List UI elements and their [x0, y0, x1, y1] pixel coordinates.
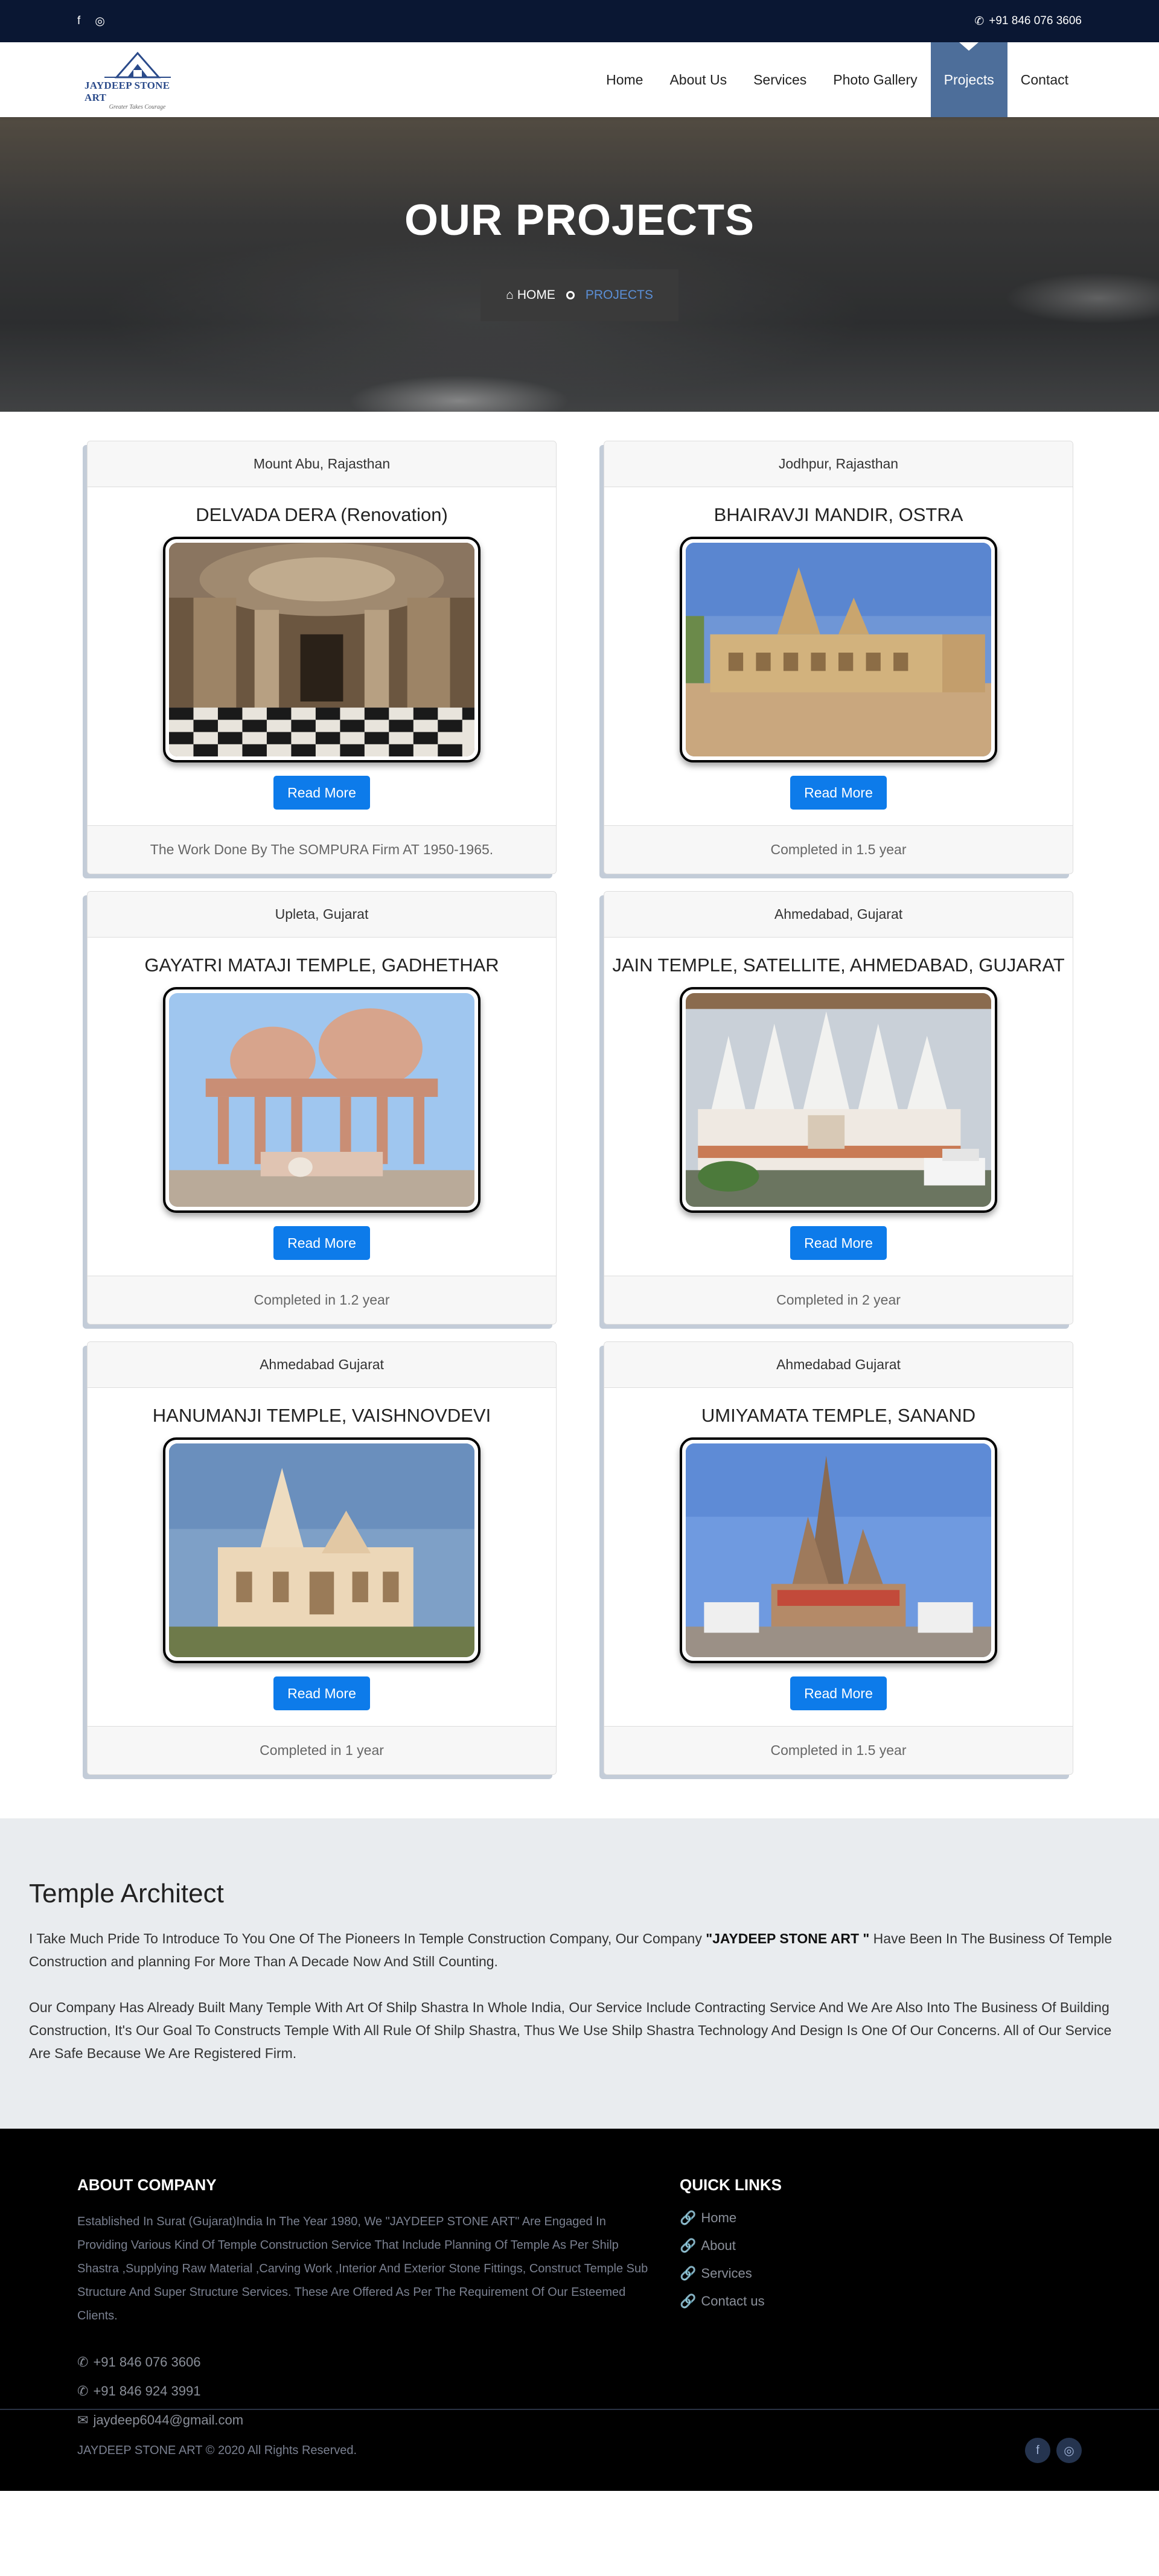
- nav-home[interactable]: Home: [593, 42, 656, 117]
- page-hero-banner: OUR PROJECTS ⌂ HOME PROJECTS: [0, 117, 1159, 412]
- breadcrumb-separator-icon: [566, 291, 575, 299]
- temple-exterior-image: [686, 1443, 991, 1657]
- phone-icon: ✆: [77, 2383, 89, 2399]
- about-paragraph-2: Our Company Has Already Built Many Templ…: [29, 1999, 1112, 2061]
- nav-contact[interactable]: Contact: [1007, 42, 1082, 117]
- projects-section: Mount Abu, Rajasthan DELVADA DERA (Renov…: [0, 412, 1159, 1818]
- instagram-icon[interactable]: ◎: [95, 14, 105, 28]
- facebook-icon[interactable]: f: [1025, 2438, 1050, 2463]
- project-location: Ahmedabad, Gujarat: [604, 892, 1073, 938]
- page-title: OUR PROJECTS: [404, 196, 755, 244]
- project-title: DELVADA DERA (Renovation): [196, 504, 448, 525]
- project-location: Mount Abu, Rajasthan: [88, 441, 556, 487]
- nav-menu: Home About Us Services Photo Gallery Pro…: [593, 42, 1082, 117]
- read-more-button[interactable]: Read More: [790, 776, 887, 810]
- footer-link-home[interactable]: 🔗 Home: [680, 2210, 782, 2226]
- about-heading: Temple Architect: [29, 1879, 224, 1908]
- temple-exterior-image: [169, 1443, 474, 1657]
- temple-exterior-image: [169, 993, 474, 1207]
- read-more-button[interactable]: Read More: [273, 1676, 370, 1710]
- top-social-links: f ◎: [77, 14, 105, 28]
- site-logo[interactable]: JAYDEEP STONE ART Greater Takes Courage: [85, 50, 190, 110]
- read-more-button[interactable]: Read More: [273, 1226, 370, 1260]
- project-image[interactable]: [163, 987, 481, 1213]
- top-bar: f ◎ ✆ +91 846 076 3606: [0, 0, 1159, 42]
- link-icon: 🔗: [680, 2238, 697, 2253]
- project-image[interactable]: [680, 537, 997, 762]
- project-footer: Completed in 1.5 year: [604, 1726, 1073, 1774]
- temple-exterior-image: [686, 543, 991, 756]
- project-title: BHAIRAVJI MANDIR, OSTRA: [714, 504, 963, 525]
- about-paragraph-1: I Take Much Pride To Introduce To You On…: [29, 1931, 1113, 1969]
- project-footer: Completed in 1 year: [88, 1726, 556, 1774]
- project-title: HANUMANJI TEMPLE, VAISHNOVDEVI: [152, 1405, 491, 1426]
- footer-about-text: Established In Surat (Gujarat)India In T…: [77, 2215, 648, 2322]
- footer-about-column: ABOUT COMPANY Established In Surat (Guja…: [77, 2176, 651, 2441]
- footer-about-heading: ABOUT COMPANY: [77, 2176, 217, 2194]
- home-icon: ⌂: [506, 288, 514, 302]
- project-title: GAYATRI MATAJI TEMPLE, GADHETHAR: [144, 954, 499, 976]
- temple-interior-image: [169, 543, 474, 756]
- project-footer: Completed in 1.2 year: [88, 1276, 556, 1324]
- read-more-button[interactable]: Read More: [790, 1676, 887, 1710]
- nav-projects[interactable]: Projects: [930, 42, 1007, 117]
- footer-phone-2[interactable]: ✆ +91 846 924 3991: [77, 2383, 651, 2399]
- project-card: Ahmedabad, Gujarat JAIN TEMPLE, SATELLIT…: [604, 891, 1073, 1325]
- logo-temple-icon: [104, 51, 171, 78]
- breadcrumb-home-label: HOME: [517, 288, 555, 302]
- nav-about-us[interactable]: About Us: [656, 42, 740, 117]
- breadcrumb-current: PROJECTS: [585, 288, 653, 302]
- footer-links-heading: QUICK LINKS: [680, 2176, 782, 2194]
- project-title: UMIYAMATA TEMPLE, SANAND: [701, 1405, 976, 1426]
- project-image[interactable]: [163, 537, 481, 762]
- project-title: JAIN TEMPLE, SATELLITE, AHMEDABAD, GUJAR…: [612, 954, 1065, 976]
- logo-tagline: Greater Takes Courage: [109, 103, 166, 110]
- footer-social-links: f ◎: [1025, 2438, 1082, 2463]
- read-more-button[interactable]: Read More: [790, 1226, 887, 1260]
- breadcrumb: ⌂ HOME PROJECTS: [481, 269, 678, 321]
- link-icon: 🔗: [680, 2293, 697, 2309]
- instagram-icon[interactable]: ◎: [1056, 2438, 1082, 2463]
- copyright-text: JAYDEEP STONE ART © 2020 All Rights Rese…: [77, 2443, 357, 2457]
- top-phone[interactable]: ✆ +91 846 076 3606: [974, 14, 1082, 28]
- site-footer: ABOUT COMPANY Established In Surat (Guja…: [0, 2129, 1159, 2491]
- temple-exterior-image: [686, 993, 991, 1207]
- project-location: Upleta, Gujarat: [88, 892, 556, 938]
- footer-quick-links-column: QUICK LINKS 🔗 Home 🔗 About 🔗 Services 🔗 Cont…: [680, 2176, 782, 2321]
- project-image[interactable]: [680, 1437, 997, 1663]
- project-card: Ahmedabad Gujarat HANUMANJI TEMPLE, VAIS…: [87, 1341, 557, 1775]
- footer-link-contact[interactable]: 🔗 Contact us: [680, 2293, 782, 2309]
- main-navbar: JAYDEEP STONE ART Greater Takes Courage …: [0, 42, 1159, 117]
- project-location: Ahmedabad Gujarat: [88, 1342, 556, 1388]
- top-phone-number: +91 846 076 3606: [989, 14, 1082, 27]
- project-location: Ahmedabad Gujarat: [604, 1342, 1073, 1388]
- link-icon: 🔗: [680, 2266, 697, 2281]
- phone-icon: ✆: [77, 2354, 89, 2370]
- phone-icon: ✆: [974, 14, 985, 28]
- project-card: Upleta, Gujarat GAYATRI MATAJI TEMPLE, G…: [87, 891, 557, 1325]
- project-footer: Completed in 2 year: [604, 1276, 1073, 1324]
- temple-architect-section: Temple Architect I Take Much Pride To In…: [0, 1818, 1159, 2129]
- footer-link-services[interactable]: 🔗 Services: [680, 2266, 782, 2281]
- footer-links-list: 🔗 Home 🔗 About 🔗 Services 🔗 Contact us: [680, 2210, 782, 2309]
- project-image[interactable]: [163, 1437, 481, 1663]
- breadcrumb-home[interactable]: ⌂ HOME: [506, 288, 555, 302]
- project-image[interactable]: [680, 987, 997, 1213]
- facebook-icon[interactable]: f: [77, 14, 80, 28]
- project-footer: The Work Done By The SOMPURA Firm AT 195…: [88, 825, 556, 874]
- link-icon: 🔗: [680, 2210, 697, 2225]
- footer-bottom-bar: JAYDEEP STONE ART © 2020 All Rights Rese…: [0, 2409, 1159, 2491]
- footer-phone-1[interactable]: ✆ +91 846 076 3606: [77, 2354, 651, 2370]
- footer-link-about[interactable]: 🔗 About: [680, 2238, 782, 2254]
- logo-brand-name: JAYDEEP STONE ART: [85, 79, 170, 103]
- nav-photo-gallery[interactable]: Photo Gallery: [820, 42, 930, 117]
- project-card: Ahmedabad Gujarat UMIYAMATA TEMPLE, SANA…: [604, 1341, 1073, 1775]
- nav-services[interactable]: Services: [740, 42, 820, 117]
- project-location: Jodhpur, Rajasthan: [604, 441, 1073, 487]
- project-card: Mount Abu, Rajasthan DELVADA DERA (Renov…: [87, 441, 557, 874]
- project-footer: Completed in 1.5 year: [604, 825, 1073, 874]
- company-name-bold: "JAYDEEP STONE ART ": [706, 1931, 870, 1946]
- read-more-button[interactable]: Read More: [273, 776, 370, 810]
- project-card: Jodhpur, Rajasthan BHAIRAVJI MANDIR, OST…: [604, 441, 1073, 874]
